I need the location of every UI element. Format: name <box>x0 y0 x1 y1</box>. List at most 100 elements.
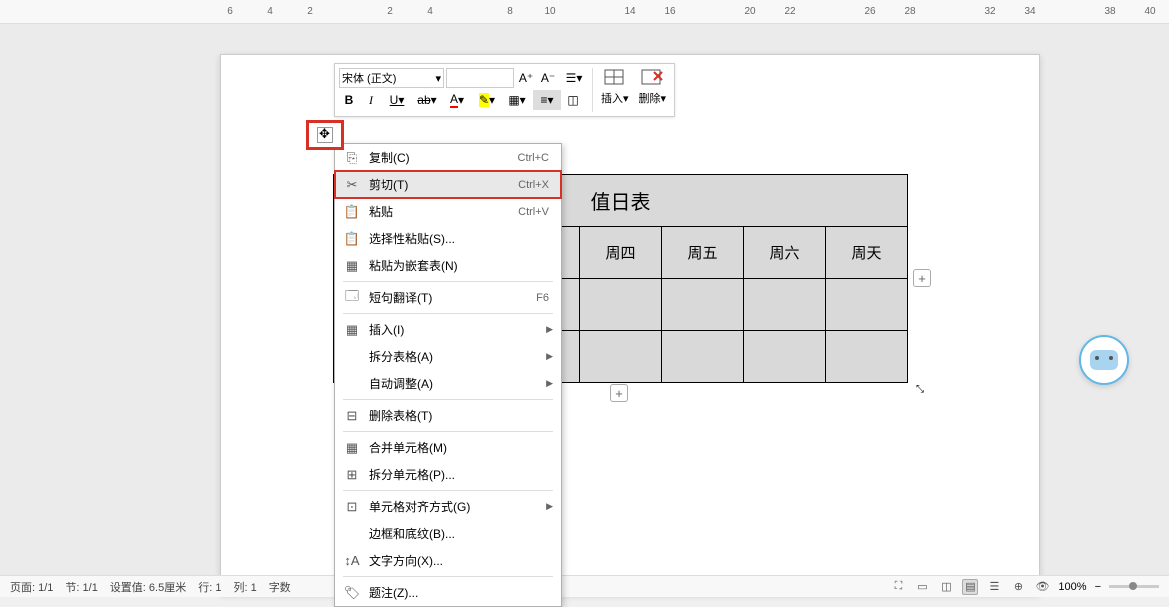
outline-icon[interactable]: ☰ <box>986 579 1002 595</box>
menu-item-insert-table[interactable]: ▦插入(I)▶ <box>335 316 561 343</box>
align-icon: ⊡ <box>343 498 361 516</box>
merge-cells-icon: ▦ <box>343 439 361 457</box>
floating-toolbar: 宋体 (正文)▾ A⁺ A⁻ ☰▾ B I U▾ ab▾ A▾ ✎▾ ▦▾ ≡▾… <box>334 63 675 117</box>
table-cell[interactable] <box>826 331 908 383</box>
menu-label: 复制(C) <box>369 149 518 166</box>
ruler-mark <box>460 6 480 17</box>
menu-item-translate[interactable]: 🗔短句翻译(T)F6 <box>335 284 561 311</box>
insert-table-icon: ▦ <box>343 321 361 339</box>
assistant-avatar[interactable] <box>1079 335 1129 385</box>
menu-label: 单元格对齐方式(G) <box>369 498 546 515</box>
zoom-slider[interactable] <box>1109 585 1159 588</box>
menu-item-paste-special[interactable]: 📋选择性粘贴(S)... <box>335 225 561 252</box>
paste-icon: 📋 <box>343 203 361 221</box>
ruler-mark <box>1060 6 1080 17</box>
ruler-mark <box>580 6 600 17</box>
ruler-mark: 4 <box>420 6 440 17</box>
menu-label: 短句翻译(T) <box>369 289 536 306</box>
status-page[interactable]: 页面: 1/1 <box>10 579 53 595</box>
status-col[interactable]: 列: 1 <box>233 579 256 595</box>
menu-item-cut[interactable]: ✂剪切(T)Ctrl+X <box>335 171 561 198</box>
menu-label: 粘贴 <box>369 203 518 220</box>
increase-font-button[interactable]: A⁺ <box>516 68 536 88</box>
font-name-value: 宋体 (正文) <box>342 70 396 86</box>
decrease-font-button[interactable]: A⁻ <box>538 68 558 88</box>
ruler-mark: 10 <box>540 6 560 17</box>
menu-item-copy[interactable]: ⎘复制(C)Ctrl+C <box>335 144 561 171</box>
ruler-mark: 38 <box>1100 6 1120 17</box>
menu-item-delete-table[interactable]: ⊟ 删除表格(T) <box>335 402 561 429</box>
zoom-value[interactable]: 100% <box>1058 581 1086 593</box>
menu-item-自动调整(A)[interactable]: 自动调整(A)▶ <box>335 370 561 397</box>
menu-separator <box>343 576 553 577</box>
menu-item-split-cells[interactable]: ⊞拆分单元格(P)... <box>335 461 561 488</box>
delete-table-icon: ⊟ <box>343 407 361 425</box>
table-header-cell[interactable]: 周五 <box>662 227 744 279</box>
table-cell[interactable] <box>744 279 826 331</box>
text-dir-icon: ↕A <box>343 552 361 570</box>
zoom-out-button[interactable]: − <box>1095 581 1101 593</box>
font-color-button[interactable]: A▾ <box>443 90 471 110</box>
menu-separator <box>343 490 553 491</box>
table-header-cell[interactable]: 周四 <box>580 227 662 279</box>
borders-button[interactable]: ▦▾ <box>503 90 531 110</box>
font-size-select[interactable] <box>446 68 514 88</box>
status-setting[interactable]: 设置值: 6.5厘米 <box>110 579 186 595</box>
menu-separator <box>343 281 553 282</box>
ruler-mark: 14 <box>620 6 640 17</box>
line-spacing-button[interactable]: ☰▾ <box>560 68 588 88</box>
page-view-icon[interactable]: ◫ <box>938 579 954 595</box>
table-move-handle[interactable] <box>306 120 344 150</box>
status-right-group: ⛶ ▭ ◫ ▤ ☰ ⊕ 👁 100% − <box>890 579 1159 595</box>
add-column-button[interactable]: + <box>913 269 931 287</box>
status-bar: 页面: 1/1 节: 1/1 设置值: 6.5厘米 行: 1 列: 1 字数 🛡… <box>0 575 1169 597</box>
ruler-mark: 2 <box>300 6 320 17</box>
read-mode-icon[interactable]: ▭ <box>914 579 930 595</box>
zoom-thumb[interactable] <box>1129 582 1137 590</box>
strikethrough-button[interactable]: ab▾ <box>413 90 441 110</box>
table-header-cell[interactable]: 周六 <box>744 227 826 279</box>
paste-special-icon: 📋 <box>343 230 361 248</box>
menu-label: 删除表格(T) <box>369 407 553 424</box>
menu-item-paste[interactable]: 📋粘贴Ctrl+V <box>335 198 561 225</box>
menu-item-paste-nested[interactable]: ▦粘贴为嵌套表(N) <box>335 252 561 279</box>
ruler-mark <box>340 6 360 17</box>
highlight-button[interactable]: ✎▾ <box>473 90 501 110</box>
add-row-button[interactable]: + <box>610 384 628 402</box>
print-layout-icon[interactable]: ▤ <box>962 579 978 595</box>
menu-item-边框和底纹(B)...[interactable]: 边框和底纹(B)... <box>335 520 561 547</box>
menu-item-align[interactable]: ⊡单元格对齐方式(G)▶ <box>335 493 561 520</box>
web-layout-icon[interactable]: ⊕ <box>1010 579 1026 595</box>
status-chars[interactable]: 字数 <box>269 579 291 595</box>
ruler-mark <box>820 6 840 17</box>
table-resize-handle[interactable]: ⤡ <box>916 384 928 396</box>
bold-button[interactable]: B <box>339 90 359 110</box>
table-header-cell[interactable]: 周天 <box>826 227 908 279</box>
eye-icon[interactable]: 👁 <box>1034 579 1050 595</box>
ruler-mark: 4 <box>260 6 280 17</box>
table-cell[interactable] <box>744 331 826 383</box>
table-cell[interactable] <box>662 331 744 383</box>
menu-label: 拆分表格(A) <box>369 348 546 365</box>
delete-group[interactable]: 删除▾ <box>635 68 671 112</box>
font-family-select[interactable]: 宋体 (正文)▾ <box>339 68 444 88</box>
underline-button[interactable]: U▾ <box>383 90 411 110</box>
insert-group[interactable]: 插入▾ <box>597 68 633 112</box>
table-cell[interactable] <box>826 279 908 331</box>
menu-item-text-dir[interactable]: ↕A文字方向(X)... <box>335 547 561 574</box>
menu-item-拆分表格(A)[interactable]: 拆分表格(A)▶ <box>335 343 561 370</box>
submenu-arrow-icon: ▶ <box>546 324 553 335</box>
status-line[interactable]: 行: 1 <box>198 579 221 595</box>
menu-item-comment[interactable]: 🏷题注(Z)... <box>335 579 561 606</box>
insert-table-icon <box>603 68 627 88</box>
table-cell[interactable] <box>580 331 662 383</box>
fullscreen-icon[interactable]: ⛶ <box>890 579 906 595</box>
align-button[interactable]: ≡▾ <box>533 90 561 110</box>
table-cell[interactable] <box>580 279 662 331</box>
menu-item-merge-cells[interactable]: ▦合并单元格(M) <box>335 434 561 461</box>
ruler-mark: 28 <box>900 6 920 17</box>
status-section[interactable]: 节: 1/1 <box>65 579 97 595</box>
shading-button[interactable]: ◫ <box>563 90 583 110</box>
italic-button[interactable]: I <box>361 90 381 110</box>
table-cell[interactable] <box>662 279 744 331</box>
